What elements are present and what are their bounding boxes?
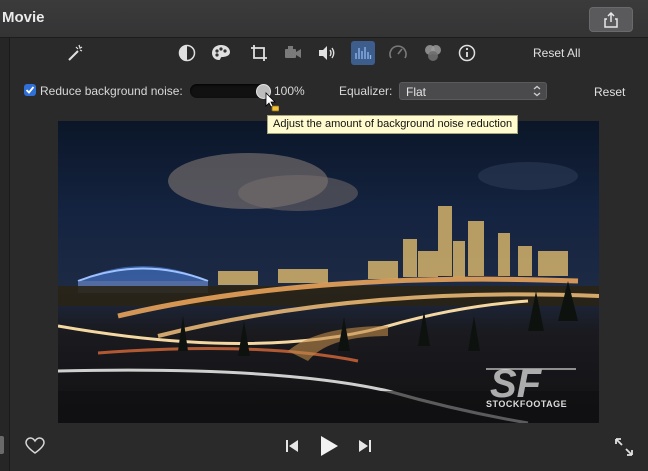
previous-button[interactable] — [283, 437, 301, 455]
equalizer-bars-icon — [355, 47, 372, 59]
reduce-noise-checkbox[interactable] — [24, 84, 36, 96]
stabilization-button[interactable] — [282, 42, 304, 64]
play-button[interactable] — [316, 434, 342, 458]
checkmark-icon — [25, 86, 35, 94]
crop-icon — [251, 45, 267, 61]
clip-info-button[interactable] — [456, 42, 478, 64]
title-bar: Movie — [0, 0, 648, 38]
speaker-icon — [319, 46, 335, 60]
color-balance-button[interactable] — [176, 42, 198, 64]
watermark-text: STOCKFOOTAGE — [486, 399, 568, 409]
share-button[interactable] — [589, 7, 633, 32]
equalizer-dropdown[interactable]: Flat — [399, 82, 547, 100]
crop-button[interactable] — [248, 42, 270, 64]
speed-button[interactable] — [387, 42, 409, 64]
skip-back-icon — [286, 440, 298, 452]
mouse-cursor-icon — [265, 92, 279, 112]
video-camera-icon — [285, 46, 301, 58]
volume-button[interactable] — [316, 42, 338, 64]
noise-reduction-tooltip: Adjust the amount of background noise re… — [267, 115, 519, 134]
video-filter-button[interactable] — [422, 42, 444, 64]
play-icon — [321, 436, 338, 456]
equalizer-selected-value: Flat — [406, 85, 427, 99]
color-correction-button[interactable] — [210, 42, 232, 64]
speedometer-icon — [389, 45, 407, 59]
info-icon — [458, 44, 476, 62]
share-icon — [604, 11, 618, 28]
auto-enhance-button[interactable] — [64, 42, 86, 64]
reset-button[interactable]: Reset — [594, 85, 625, 99]
reduce-noise-label: Reduce background noise: — [40, 84, 183, 98]
chevron-updown-icon — [533, 85, 541, 97]
panel-resize-handle[interactable] — [0, 436, 4, 454]
next-button[interactable] — [356, 437, 374, 455]
filter-circles-icon — [425, 45, 441, 61]
video-viewer[interactable]: SF STOCKFOOTAGE — [58, 121, 599, 423]
equalizer-label: Equalizer: — [339, 84, 393, 98]
fullscreen-button[interactable] — [613, 436, 635, 458]
window-title: Movie — [2, 9, 45, 26]
heart-icon — [25, 437, 45, 454]
magic-wand-icon — [68, 44, 83, 61]
left-panel-edge — [0, 38, 10, 471]
expand-icon — [615, 438, 633, 456]
noise-reduction-equalizer-button[interactable] — [351, 41, 375, 65]
skip-forward-icon — [359, 440, 371, 452]
palette-icon — [212, 45, 230, 60]
reset-all-button[interactable]: Reset All — [533, 46, 580, 60]
favorite-button[interactable] — [24, 436, 46, 456]
color-balance-icon — [178, 44, 196, 62]
